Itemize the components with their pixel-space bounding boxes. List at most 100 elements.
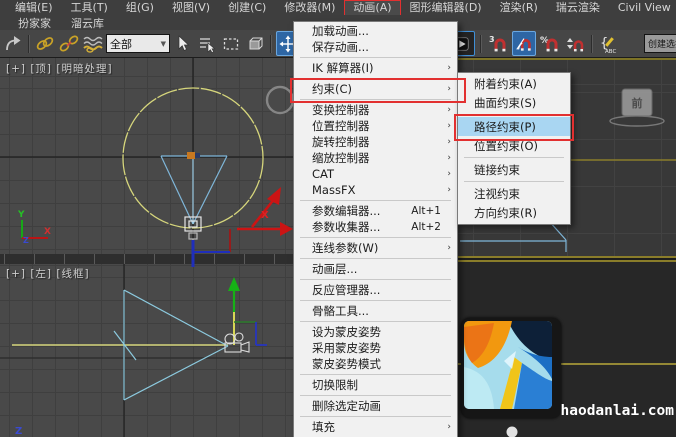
menu-animation[interactable]: 动画(A) — [344, 0, 400, 16]
menu-bar: 编辑(E) 工具(T) 组(G) 视图(V) 创建(C) 修改器(M) 动画(A… — [0, 0, 676, 15]
menu-item-assume-skin-pose[interactable]: 采用蒙皮姿势 — [294, 340, 457, 356]
menu-item-skin-pose-mode[interactable]: 蒙皮姿势模式 — [294, 356, 457, 372]
abc-text: ABC — [605, 49, 616, 54]
select-by-name-icon[interactable] — [196, 32, 218, 55]
menu-separator — [464, 181, 564, 182]
toolbar-separator — [591, 35, 593, 53]
menu-item-delete-selected-animation[interactable]: 删除选定动画 — [294, 398, 457, 414]
menu-item-parameter-editor[interactable]: 参数编辑器...Alt+1 — [294, 203, 457, 219]
menu-separator — [300, 395, 451, 396]
menu-liuyunku[interactable]: 溜云库 — [61, 15, 114, 31]
menu-item-toggle-limits[interactable]: 切换限制 — [294, 377, 457, 393]
menu-item-position-controllers[interactable]: 位置控制器› — [294, 118, 457, 134]
menu-separator — [300, 57, 451, 58]
menu-item-constraints[interactable]: 约束(C)› — [294, 81, 457, 97]
menu-separator — [300, 416, 451, 417]
menu-item-transform-controllers[interactable]: 变换控制器› — [294, 102, 457, 118]
submenu-item-path-constraint[interactable]: 路径约束(P) — [458, 117, 570, 136]
select-object-icon[interactable] — [172, 32, 194, 55]
snaps-toggle-button[interactable]: 3 — [487, 32, 509, 55]
menu-separator — [300, 78, 451, 79]
submenu-arrow-icon: › — [441, 243, 451, 253]
menu-rendering[interactable]: 渲染(R) — [491, 1, 547, 15]
menu-civil-view[interactable]: Civil View — [609, 1, 676, 15]
selection-region-icon[interactable] — [220, 32, 242, 55]
selection-filter-value: 全部 — [110, 36, 132, 52]
right-viewport-top-border — [457, 58, 676, 60]
menu-views[interactable]: 视图(V) — [163, 1, 219, 15]
menu-graph-editors[interactable]: 图形编辑器(D) — [401, 1, 491, 15]
menu-item-bone-tools[interactable]: 骨骼工具... — [294, 303, 457, 319]
menu-separator — [300, 237, 451, 238]
submenu-item-link-constraint[interactable]: 链接约束 — [458, 160, 570, 179]
submenu-arrow-icon: › — [441, 63, 451, 73]
menu-item-populate[interactable]: 填充› — [294, 419, 457, 435]
3dsmax-window: [+] [顶] [明暗处理] [+] [左] [线框] — [0, 0, 676, 437]
menu-item-parameter-collector[interactable]: 参数收集器...Alt+2 — [294, 219, 457, 235]
submenu-item-lookat-constraint[interactable]: 注视约束 — [458, 184, 570, 203]
shortcut-label: Alt+1 — [411, 205, 451, 217]
menu-separator — [300, 321, 451, 322]
percent-snap-toggle-button[interactable]: % — [539, 32, 561, 55]
redo-button[interactable] — [2, 32, 24, 55]
submenu-item-position-constraint[interactable]: 位置约束(O) — [458, 136, 570, 155]
menu-group[interactable]: 组(G) — [117, 1, 163, 15]
menu-item-cat[interactable]: CAT› — [294, 166, 457, 182]
menu-separator — [300, 300, 451, 301]
unlink-selection-icon[interactable] — [58, 32, 80, 55]
menu-item-wire-parameters[interactable]: 连线参数(W)› — [294, 240, 457, 256]
animation-menu-dropdown: 加载动画... 保存动画... IK 解算器(I)› 约束(C)› 变换控制器›… — [293, 21, 458, 437]
menu-item-massfx[interactable]: MassFX› — [294, 182, 457, 198]
toolbar-separator — [480, 35, 482, 53]
menu-modifiers[interactable]: 修改器(M) — [275, 1, 344, 15]
submenu-arrow-icon: › — [441, 422, 451, 432]
menu-rayvision[interactable]: 瑞云渲染 — [547, 1, 609, 15]
select-and-link-icon[interactable] — [34, 32, 56, 55]
edit-named-selection-sets-button[interactable]: {ABC — [598, 32, 620, 55]
snap-level-text: 3 — [489, 35, 495, 44]
selection-filter-dropdown[interactable]: 全部 ▼ — [106, 34, 170, 53]
menu-separator — [464, 114, 564, 115]
spinner-snap-toggle-button[interactable] — [564, 32, 586, 55]
menu-banjiajia[interactable]: 扮家家 — [8, 15, 61, 31]
selection-set-value: 创建选择集 — [648, 37, 676, 50]
menu-separator — [300, 279, 451, 280]
menu-item-set-as-skin-pose[interactable]: 设为蒙皮姿势 — [294, 324, 457, 340]
bind-to-space-warp-icon[interactable] — [82, 32, 104, 55]
menu-separator — [300, 258, 451, 259]
menu-item-reaction-manager[interactable]: 反应管理器... — [294, 282, 457, 298]
named-selection-set-dropdown[interactable]: 创建选择集 — [644, 34, 676, 53]
menu-create[interactable]: 创建(C) — [219, 1, 275, 15]
menu-item-ik-solvers[interactable]: IK 解算器(I)› — [294, 60, 457, 76]
menu-item-animation-layers[interactable]: 动画层... — [294, 261, 457, 277]
submenu-arrow-icon: › — [441, 137, 451, 147]
menu-tools[interactable]: 工具(T) — [62, 1, 117, 15]
menu-item-save-animation[interactable]: 保存动画... — [294, 39, 457, 55]
tablet-wallpaper — [464, 321, 552, 409]
submenu-item-orientation-constraint[interactable]: 方向约束(R) — [458, 203, 570, 222]
menu-item-scale-controllers[interactable]: 缩放控制器› — [294, 150, 457, 166]
menu-separator — [300, 374, 451, 375]
menu-separator — [300, 99, 451, 100]
toolbar-separator — [28, 35, 30, 53]
submenu-item-surface-constraint[interactable]: 曲面约束(S) — [458, 93, 570, 112]
right-viewport-divider[interactable] — [457, 256, 676, 262]
menu-item-load-animation[interactable]: 加载动画... — [294, 23, 457, 39]
tablet-model[interactable] — [461, 318, 561, 418]
viewport-left-label[interactable]: [+] [左] [线框] — [6, 266, 90, 281]
submenu-arrow-icon: › — [441, 153, 451, 163]
submenu-arrow-icon: › — [441, 169, 451, 179]
submenu-arrow-icon: › — [441, 84, 451, 94]
angle-snap-toggle-button[interactable] — [512, 31, 536, 56]
menu-edit[interactable]: 编辑(E) — [6, 1, 62, 15]
submenu-arrow-icon: › — [441, 105, 451, 115]
watermark: haodanlai.com — [552, 403, 674, 419]
submenu-item-attachment-constraint[interactable]: 附着约束(A) — [458, 74, 570, 93]
menu-separator — [464, 157, 564, 158]
toolbar-separator — [270, 35, 272, 53]
menu-item-rotation-controllers[interactable]: 旋转控制器› — [294, 134, 457, 150]
viewport-top-label[interactable]: [+] [顶] [明暗处理] — [6, 61, 113, 76]
shortcut-label: Alt+2 — [411, 221, 451, 233]
window-crossing-icon[interactable] — [244, 32, 266, 55]
submenu-arrow-icon: › — [441, 185, 451, 195]
